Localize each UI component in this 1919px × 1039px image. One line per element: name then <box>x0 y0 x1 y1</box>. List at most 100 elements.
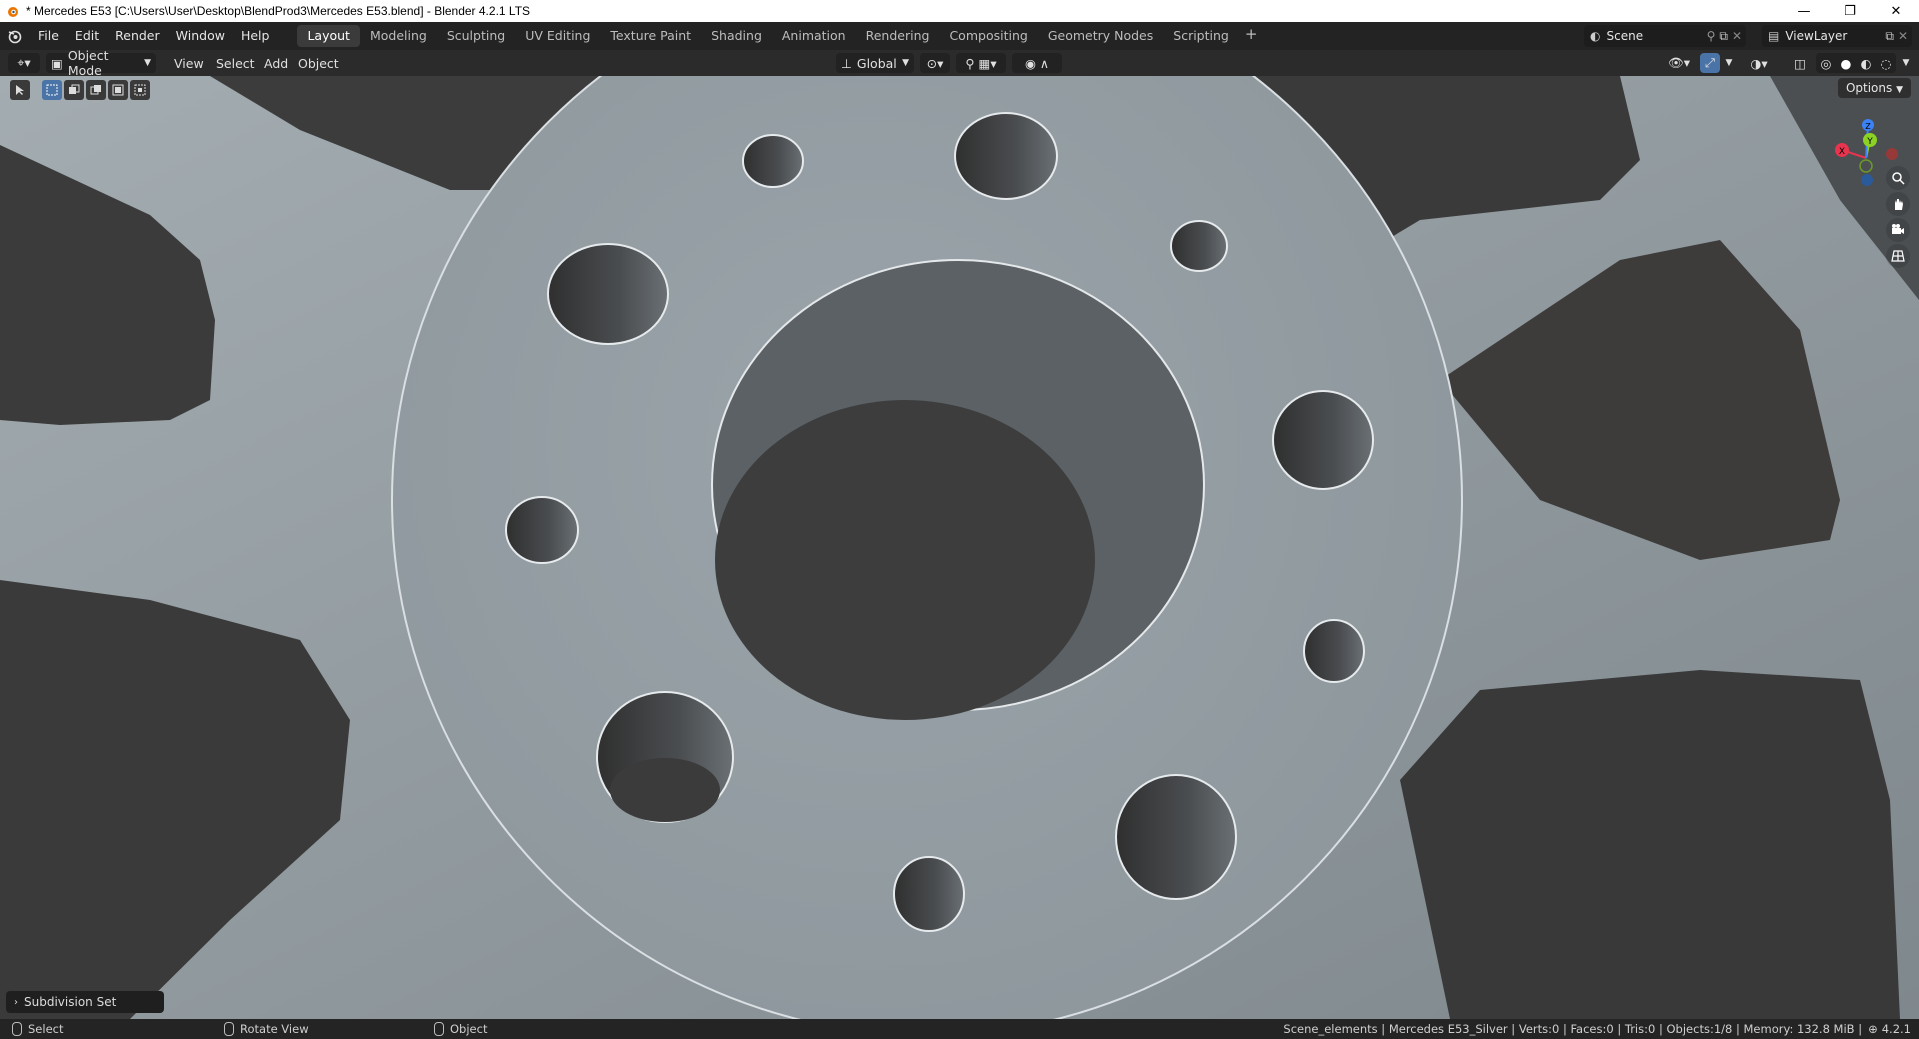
x-axis-label: X <box>1839 147 1845 157</box>
tab-shading[interactable]: Shading <box>701 25 772 47</box>
options-button[interactable]: Options ▼ <box>1837 78 1911 98</box>
orientation-label: Global <box>856 55 897 71</box>
tool-settings-row <box>10 80 150 100</box>
tab-animation[interactable]: Animation <box>772 25 856 47</box>
solid-shading-icon[interactable]: ● <box>1841 56 1852 71</box>
close-button[interactable]: ✕ <box>1873 0 1919 22</box>
workspace-tabs: Layout Modeling Sculpting UV Editing Tex… <box>297 25 1263 47</box>
status-bar: Select Rotate View Object Scene_elements… <box>0 1019 1919 1039</box>
snap-icon: ⚲ ▦▾ <box>965 55 997 71</box>
camera-view-icon[interactable] <box>1886 218 1910 242</box>
blender-menu-icon[interactable] <box>0 28 30 44</box>
status-object: Object <box>434 1019 487 1039</box>
perspective-toggle-icon[interactable] <box>1886 244 1910 268</box>
chevron-down-icon: ▼ <box>1896 85 1903 95</box>
operator-redo-panel[interactable]: › Subdivision Set <box>6 991 164 1013</box>
tab-modeling[interactable]: Modeling <box>360 25 437 47</box>
overlays-button[interactable]: ◑▾ <box>1744 53 1774 73</box>
status-info: Scene_elements | Mercedes E53_Silver | V… <box>1283 1019 1911 1039</box>
tab-texture-paint[interactable]: Texture Paint <box>600 25 701 47</box>
shading-mode-group: ◎ ● ◐ ◌ <box>1816 53 1896 73</box>
wireframe-shading-icon[interactable]: ◎ <box>1821 56 1832 71</box>
tab-geometry-nodes[interactable]: Geometry Nodes <box>1038 25 1163 47</box>
menu-window[interactable]: Window <box>168 25 233 47</box>
pin-icon[interactable]: ⚲ <box>1707 29 1716 43</box>
material-shading-icon[interactable]: ◐ <box>1861 56 1872 71</box>
object-mode-icon: ▣ <box>51 55 63 71</box>
neg-x-handle <box>1886 148 1898 160</box>
pivot-point-button[interactable]: ⊙▾ <box>920 53 950 73</box>
chevron-down-icon: ▼ <box>1725 58 1733 68</box>
rendered-shading-icon[interactable]: ◌ <box>1881 56 1892 71</box>
gizmo-toggle[interactable]: ⤢ <box>1700 53 1720 73</box>
select-new-icon[interactable] <box>42 80 62 100</box>
neg-z-handle <box>1861 174 1873 186</box>
tab-rendering[interactable]: Rendering <box>856 25 940 47</box>
overlays-icon: ◑▾ <box>1750 55 1768 71</box>
select-intersect-icon[interactable] <box>130 80 150 100</box>
editor-type-button[interactable]: ⌖▾ <box>8 53 40 73</box>
select-tool-icon[interactable] <box>10 80 30 100</box>
chevron-right-icon: › <box>14 996 18 1008</box>
blender-version: 4.2.1 <box>1881 1022 1911 1036</box>
shading-options[interactable]: ▼ <box>1898 53 1914 73</box>
new-scene-icon[interactable]: ⧉ <box>1719 29 1728 44</box>
status-select: Select <box>12 1019 63 1039</box>
new-view-layer-icon[interactable]: ⧉ <box>1885 29 1894 44</box>
mouse-left-icon <box>12 1022 22 1036</box>
menu-select[interactable]: Select <box>210 53 261 73</box>
view-layer-selector[interactable]: ▤ ViewLayer ⧉ ✕ <box>1762 25 1912 47</box>
spoke-gap-bottom-right <box>1400 670 1900 1019</box>
remove-scene-icon[interactable]: ✕ <box>1732 29 1742 43</box>
menu-render[interactable]: Render <box>107 25 168 47</box>
mouse-middle-icon <box>224 1022 234 1036</box>
mode-label: Object Mode <box>67 48 109 78</box>
3d-viewport[interactable]: Options ▼ X Y Z <box>0 76 1919 1019</box>
viewport-header: ⌖▾ ▣ Object Mode ▼ View Select Add Objec… <box>0 48 1919 78</box>
tab-scripting[interactable]: Scripting <box>1163 25 1239 47</box>
top-bar: File Edit Render Window Help Layout Mode… <box>0 22 1919 50</box>
gizmo-icon: ⤢ <box>1704 55 1715 70</box>
status-rotate: Rotate View <box>224 1019 309 1039</box>
tab-sculpting[interactable]: Sculpting <box>437 25 515 47</box>
view-layer-icon: ▤ <box>1768 29 1780 43</box>
xray-toggle[interactable]: ◫ <box>1790 53 1810 73</box>
window-title: * Mercedes E53 [C:\Users\User\Desktop\Bl… <box>26 4 531 18</box>
z-axis-label: Z <box>1865 122 1871 131</box>
zoom-view-icon[interactable] <box>1886 166 1910 190</box>
gizmo-options[interactable]: ▼ <box>1722 53 1736 73</box>
scene-name: Scene <box>1606 29 1644 43</box>
remove-view-layer-icon[interactable]: ✕ <box>1898 29 1908 43</box>
wheel-render <box>0 76 1919 1019</box>
menu-object[interactable]: Object <box>292 53 345 73</box>
menu-add[interactable]: Add <box>258 53 294 73</box>
menu-file[interactable]: File <box>30 25 67 47</box>
scene-selector[interactable]: ◐ Scene ⚲ ⧉ ✕ <box>1584 25 1746 47</box>
pan-view-icon[interactable] <box>1886 192 1910 216</box>
minimize-button[interactable]: — <box>1781 0 1827 22</box>
visibility-button[interactable]: 👁▾ <box>1664 53 1694 73</box>
operator-panel-label: Subdivision Set <box>24 995 117 1009</box>
window-title-bar: * Mercedes E53 [C:\Users\User\Desktop\Bl… <box>0 0 1919 22</box>
maximize-button[interactable]: ❐ <box>1827 0 1873 22</box>
transform-orientation-dropdown[interactable]: ⊥ Global ▼ <box>836 53 914 73</box>
menu-view[interactable]: View <box>168 53 210 73</box>
options-label: Options <box>1845 81 1893 95</box>
menu-help[interactable]: Help <box>233 25 278 47</box>
status-select-label: Select <box>28 1022 64 1036</box>
tab-uv-editing[interactable]: UV Editing <box>515 25 600 47</box>
chevron-down-icon: ▼ <box>1902 58 1910 68</box>
xray-icon: ◫ <box>1794 55 1806 71</box>
add-workspace-button[interactable]: + <box>1239 25 1264 47</box>
select-extend-icon[interactable] <box>64 80 84 100</box>
view-layer-name: ViewLayer <box>1785 29 1848 43</box>
menu-edit[interactable]: Edit <box>67 25 107 47</box>
tab-compositing[interactable]: Compositing <box>939 25 1037 47</box>
select-subtract-icon[interactable] <box>86 80 106 100</box>
status-object-label: Object <box>450 1022 488 1036</box>
snap-button[interactable]: ⚲ ▦▾ <box>956 53 1006 73</box>
mode-dropdown[interactable]: ▣ Object Mode ▼ <box>46 48 156 78</box>
proportional-edit-button[interactable]: ◉ ∧ <box>1012 53 1062 73</box>
select-invert-icon[interactable] <box>108 80 128 100</box>
tab-layout[interactable]: Layout <box>297 25 360 47</box>
